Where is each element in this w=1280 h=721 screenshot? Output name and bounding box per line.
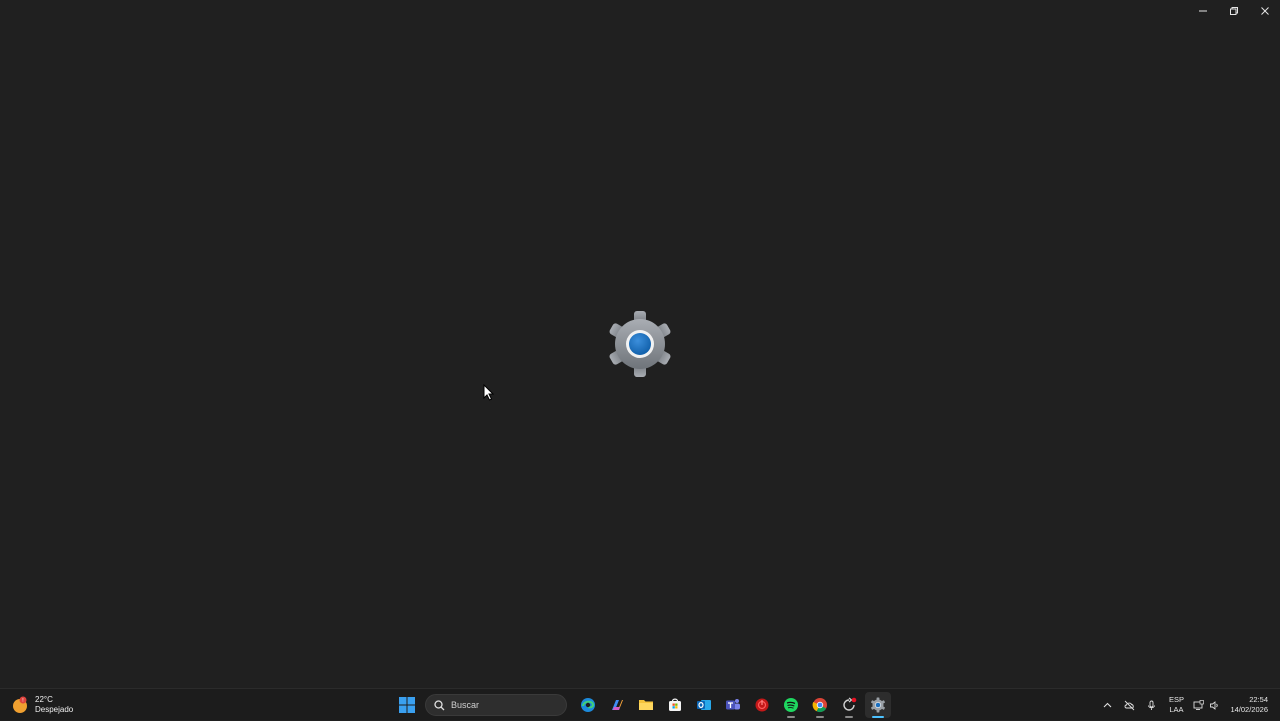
close-icon (1260, 7, 1269, 15)
close-button[interactable] (1249, 0, 1280, 22)
settings-icon (870, 697, 885, 713)
outlook-icon (696, 700, 711, 710)
windows-logo-icon (398, 697, 415, 713)
search-icon (434, 699, 445, 710)
taskbar-app-outlook[interactable] (691, 692, 717, 718)
mouse-pointer-icon (483, 384, 495, 401)
taskbar-app-settings[interactable] (864, 692, 891, 718)
keyboard-layout: LAA (1169, 705, 1184, 714)
chevron-up-icon (1103, 702, 1112, 707)
microphone-icon (1148, 700, 1155, 710)
tray-network-off[interactable] (1118, 689, 1140, 721)
weather-sun-icon: ! (10, 695, 30, 715)
weather-temperature: 22°C (35, 695, 53, 704)
caption-buttons (1187, 0, 1280, 22)
weather-condition: Despejado (35, 705, 74, 714)
clock-time: 22:54 (1249, 695, 1268, 704)
edge-icon (580, 698, 595, 712)
minimize-button[interactable] (1187, 0, 1218, 22)
taskbar-app-teams[interactable] (720, 692, 746, 718)
taskbar-app-edge[interactable] (575, 692, 601, 718)
sync-app-icon (842, 697, 856, 711)
tray-network[interactable] (1190, 689, 1206, 721)
chrome-icon (812, 698, 827, 713)
tray-microphone[interactable] (1140, 689, 1162, 721)
weather-widget[interactable]: ! 22°C Despejado (10, 692, 73, 718)
settings-gear-icon (609, 311, 671, 377)
settings-app-window (0, 0, 1280, 688)
store-icon (668, 698, 681, 711)
spotify-icon (783, 698, 798, 712)
taskbar-app-microsoft-store[interactable] (662, 692, 688, 718)
teams-icon (725, 699, 740, 710)
taskbar-center: Buscar (392, 692, 892, 718)
tray-volume[interactable] (1206, 689, 1222, 721)
taskbar: ! 22°C Despejado Buscar ESP LAA 22:54 14… (0, 688, 1280, 720)
show-hidden-icons-button[interactable] (1096, 689, 1118, 721)
taskbar-app-file-explorer[interactable] (633, 692, 659, 718)
running-indicator (844, 716, 853, 718)
cloud-off-icon (1124, 700, 1135, 710)
taskbar-app-copilot[interactable] (604, 692, 630, 718)
taskbar-app-spotify[interactable] (778, 692, 804, 718)
speaker-icon (1210, 700, 1218, 710)
network-monitor-icon (1193, 699, 1204, 710)
start-button[interactable] (394, 692, 420, 718)
clock-date: 14/02/2026 (1230, 705, 1268, 714)
taskbar-app-chrome[interactable] (807, 692, 833, 718)
restore-button[interactable] (1218, 0, 1249, 22)
running-indicator (786, 716, 795, 718)
language-code: ESP (1168, 695, 1184, 704)
clock[interactable]: 22:54 14/02/2026 (1222, 689, 1280, 721)
language-indicator[interactable]: ESP LAA (1162, 689, 1190, 721)
red-circle-app-icon (755, 698, 768, 712)
running-indicator (815, 716, 824, 718)
minimize-icon (1198, 10, 1207, 12)
taskbar-app-sync[interactable] (836, 692, 862, 718)
taskbar-app-red[interactable] (749, 692, 775, 718)
active-indicator (871, 716, 884, 718)
search-label: Buscar (451, 700, 480, 710)
folder-icon (638, 700, 653, 710)
search-box[interactable]: Buscar (425, 694, 567, 716)
svg-text:!: ! (22, 698, 23, 704)
restore-icon (1229, 7, 1238, 15)
system-tray: ESP LAA 22:54 14/02/2026 (1096, 689, 1280, 721)
copilot-icon (611, 700, 623, 710)
